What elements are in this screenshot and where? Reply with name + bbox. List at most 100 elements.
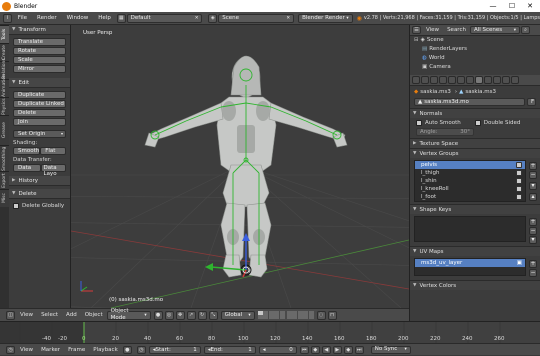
timeline-menu-view[interactable]: View [16, 344, 37, 356]
tab-grease-pencil[interactable]: Grease Pencil [0, 115, 16, 145]
menu-select[interactable]: Select [37, 309, 62, 322]
list-item[interactable]: l_shin [415, 177, 525, 185]
add-uv-map-button[interactable]: + [529, 260, 537, 268]
scene-tab-icon[interactable] [430, 76, 438, 84]
close-button[interactable]: ✕ [521, 0, 539, 12]
remove-uv-map-button[interactable]: − [529, 269, 537, 277]
remove-vertex-group-button[interactable]: − [529, 171, 537, 179]
tab-export[interactable]: Export [0, 171, 9, 189]
mesh-name-field[interactable]: ▲ saskia.ms3d.mo [414, 98, 525, 106]
render-layers-tab-icon[interactable] [421, 76, 429, 84]
editor-type-icon[interactable]: ◷ [6, 345, 15, 354]
material-tab-icon[interactable] [484, 76, 492, 84]
rotate-button[interactable]: Rotate [13, 47, 66, 55]
3d-viewport[interactable]: User Persp (0) saskia.ms3d.mo [71, 25, 409, 308]
vertex-colors-section-header[interactable]: ▼ Vertex Colors [410, 280, 540, 290]
proportional-edit-icon[interactable]: ◌ [316, 310, 326, 320]
menu-view[interactable]: View [16, 309, 37, 322]
timeline-menu-marker[interactable]: Marker [37, 344, 64, 356]
menu-object[interactable]: Object [81, 309, 107, 322]
shade-smooth-button[interactable]: Smooth [13, 147, 41, 155]
set-origin-dropdown[interactable]: Set Origin ▾ [13, 130, 66, 138]
outliner-item-world[interactable]: ◍ World [410, 54, 540, 63]
menu-window[interactable]: Window [62, 12, 94, 25]
maximize-button[interactable]: ☐ [503, 0, 521, 12]
lock-checkbox[interactable] [516, 186, 522, 192]
mode-select[interactable]: Object Mode ▾ [106, 308, 151, 321]
data-layout-button[interactable]: Data Layo [40, 164, 66, 177]
tab-physics[interactable]: Physics [0, 97, 9, 115]
transform-panel-header[interactable]: ▼ Transform [9, 25, 70, 35]
timeline[interactable]: -40 -20 0 20 40 60 80 100 120 140 160 18… [0, 321, 540, 344]
list-item[interactable]: l_kneeRoll [415, 185, 525, 193]
timeline-menu-playback[interactable]: Playback [89, 344, 122, 356]
history-panel-header[interactable]: ▶ History [9, 176, 70, 186]
keyframe-record-icon[interactable]: ● [122, 345, 132, 354]
uv-maps-list[interactable]: ms3d_uv_layer ▣ [414, 258, 526, 276]
sync-mode-select[interactable]: No Sync ▾ [370, 345, 411, 354]
scale-manipulator-icon[interactable]: ⤡ [208, 310, 218, 320]
duplicate-linked-button[interactable]: Duplicate Linked [13, 100, 66, 108]
texture-tab-icon[interactable] [493, 76, 501, 84]
constraints-tab-icon[interactable] [457, 76, 465, 84]
list-item[interactable]: ms3d_uv_layer ▣ [415, 259, 525, 267]
start-frame-field[interactable]: ◂ Start: 1 [148, 345, 201, 354]
jump-end-icon[interactable]: ⏭ [354, 345, 364, 354]
timeline-menu-frame[interactable]: Frame [64, 344, 89, 356]
delete-button[interactable]: Delete [13, 109, 66, 117]
outliner-item-camera[interactable]: ▣ Camera [410, 63, 540, 72]
mesh-data-tab-icon[interactable] [475, 76, 483, 84]
rotate-manipulator-icon[interactable]: ↻ [197, 310, 207, 320]
render-engine-select[interactable]: Blender Render ▾ [298, 13, 353, 23]
shape-keys-section-header[interactable]: ▼ Shape Keys [410, 204, 540, 214]
jump-start-icon[interactable]: ⏮ [299, 345, 309, 354]
layout-icon[interactable]: ▦ [116, 13, 126, 23]
vertex-group-specials-icon[interactable]: ▾ [529, 182, 537, 190]
double-sided-checkbox[interactable] [474, 120, 481, 126]
play-icon[interactable]: ▶ [332, 345, 342, 354]
end-frame-field[interactable]: ◂ End: 1 [203, 345, 256, 354]
lock-checkbox[interactable] [516, 170, 522, 176]
lock-checkbox[interactable] [516, 178, 522, 184]
list-item[interactable]: l_foot [415, 193, 525, 201]
delete-panel-header[interactable]: ▼ Delete [9, 189, 70, 199]
translate-manipulator-icon[interactable]: ↗ [186, 310, 196, 320]
scene-icon[interactable]: ◈ [208, 13, 218, 23]
menu-help[interactable]: Help [93, 12, 116, 25]
mirror-button[interactable]: Mirror [13, 65, 66, 73]
play-reverse-icon[interactable]: ◀ [321, 345, 331, 354]
menu-render[interactable]: Render [32, 12, 62, 25]
auto-smooth-checkbox[interactable] [416, 120, 422, 126]
layer-buttons[interactable] [257, 310, 314, 320]
uv-maps-section-header[interactable]: ▼ UV Maps [410, 246, 540, 256]
menu-file[interactable]: File [13, 12, 32, 25]
layer-1-button[interactable] [257, 310, 263, 315]
editor-type-icon[interactable]: ☰ [412, 26, 421, 34]
add-shape-key-button[interactable]: + [529, 218, 537, 226]
layout-select[interactable]: Default ✕ [126, 13, 203, 23]
texture-space-section-header[interactable]: ▶ Texture Space [410, 138, 540, 148]
snap-icon[interactable]: ⊓ [327, 310, 337, 320]
shape-keys-list[interactable] [414, 216, 526, 242]
outliner-item-renderlayers[interactable]: ▤ RenderLayers [410, 45, 540, 54]
scale-button[interactable]: Scale [13, 56, 66, 64]
editor-type-icon[interactable]: i [3, 13, 12, 23]
tab-smoothing[interactable]: Smoothing [0, 145, 9, 171]
pin-icon[interactable]: ◆ [414, 89, 418, 95]
render-tab-icon[interactable] [412, 76, 420, 84]
duplicate-button[interactable]: Duplicate [13, 91, 66, 99]
minimize-button[interactable]: — [484, 0, 502, 12]
tab-misc[interactable]: Misc [0, 189, 9, 207]
manipulator-toggle-icon[interactable]: ✥ [175, 310, 185, 320]
shape-key-specials-icon[interactable]: ▾ [529, 236, 537, 244]
delete-globally-checkbox[interactable] [13, 203, 19, 209]
current-frame-field[interactable]: ◂ 0 [258, 345, 297, 354]
menu-add[interactable]: Add [62, 309, 81, 322]
normals-section-header[interactable]: ▼ Normals [410, 108, 540, 118]
orientation-select[interactable]: Global ▾ [220, 310, 255, 320]
outliner-search-icon[interactable]: ⌕ [520, 26, 530, 34]
outliner-item-scene[interactable]: ⊟ ◈ Scene [410, 36, 540, 45]
remove-shape-key-button[interactable]: − [529, 227, 537, 235]
outliner-menu-search[interactable]: Search [443, 25, 470, 36]
lock-checkbox[interactable] [516, 194, 522, 200]
